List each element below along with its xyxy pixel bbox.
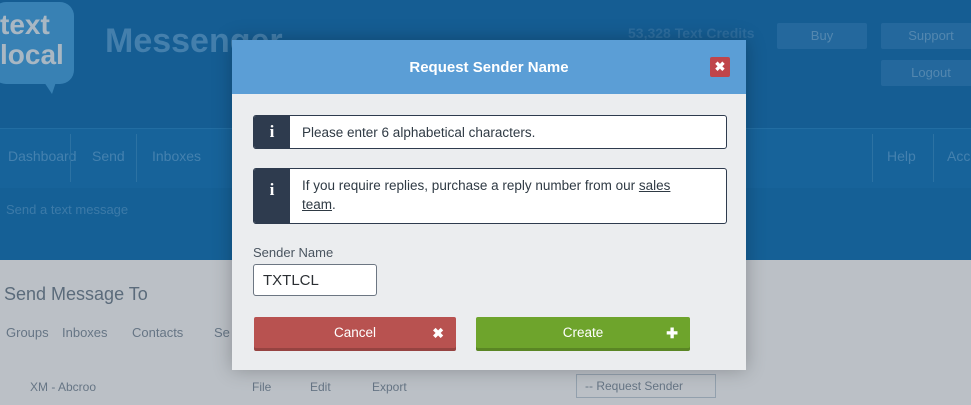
- info-alert-characters: i Please enter 6 alphabetical characters…: [253, 115, 727, 149]
- info-text-part: .: [332, 197, 336, 212]
- dialog-header: Request Sender Name ✖: [232, 40, 746, 94]
- info-text: Please enter 6 alphabetical characters.: [302, 125, 536, 140]
- info-text: If you require replies, purchase a reply…: [302, 176, 702, 214]
- sender-name-label: Sender Name: [253, 245, 334, 260]
- create-button[interactable]: Create ✚: [476, 317, 690, 351]
- info-icon: i: [254, 169, 290, 223]
- close-icon: ✖: [432, 325, 444, 341]
- info-icon: i: [254, 116, 290, 148]
- request-sender-dialog: Request Sender Name ✖ i Please enter 6 a…: [232, 40, 746, 370]
- plus-icon: ✚: [666, 325, 678, 341]
- info-text-part: If you require replies, purchase a reply…: [302, 178, 639, 193]
- close-icon[interactable]: ✖: [710, 57, 730, 77]
- create-label: Create: [562, 325, 604, 340]
- cancel-button[interactable]: Cancel ✖: [254, 317, 456, 351]
- info-alert-replies: i If you require replies, purchase a rep…: [253, 168, 727, 224]
- sender-name-input[interactable]: [253, 264, 377, 296]
- dialog-title: Request Sender Name: [409, 59, 569, 76]
- cancel-label: Cancel: [333, 325, 377, 340]
